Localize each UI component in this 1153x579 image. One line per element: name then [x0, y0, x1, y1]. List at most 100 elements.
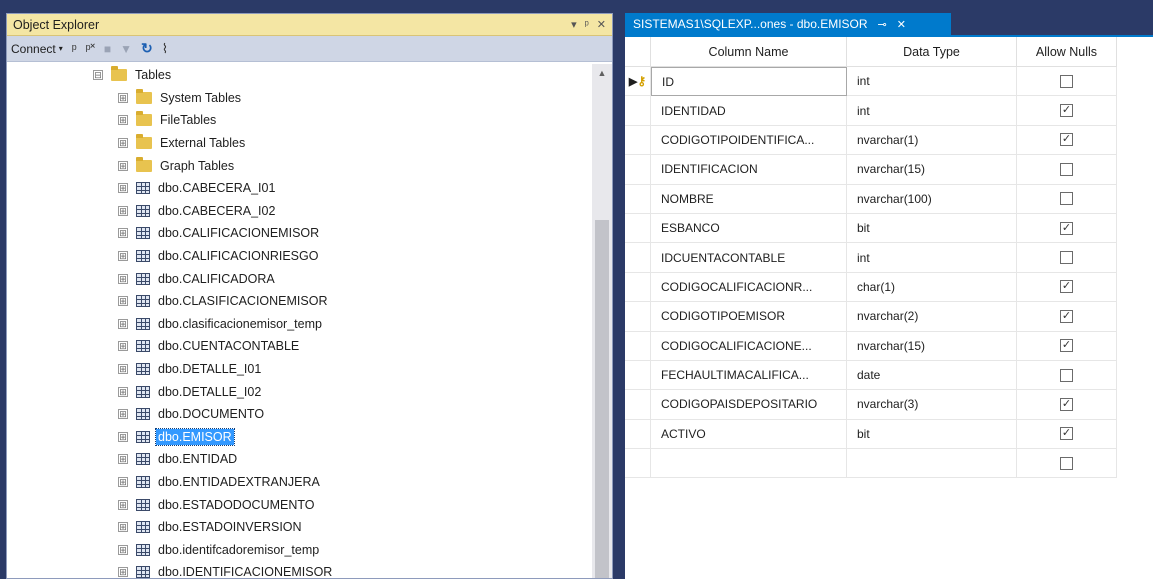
data-type-cell[interactable]: bit: [847, 213, 1017, 244]
connect-plug-icon[interactable]: ᵖ: [72, 41, 77, 56]
tree-node-table[interactable]: ⊞ dbo.ESTADODOCUMENTO: [7, 493, 592, 516]
stop-icon[interactable]: ■: [104, 42, 111, 56]
column-name-cell[interactable]: CODIGOTIPOIDENTIFICA...: [651, 125, 847, 156]
tree-vertical-scrollbar[interactable]: ▲: [592, 64, 612, 578]
tree-node-table[interactable]: ⊞ dbo.DOCUMENTO: [7, 403, 592, 426]
data-type-cell[interactable]: date: [847, 360, 1017, 391]
data-type-cell[interactable]: nvarchar(15): [847, 155, 1017, 185]
column-name-cell[interactable]: CODIGOPAISDEPOSITARIO: [651, 390, 847, 420]
expand-icon[interactable]: ⊞: [118, 431, 128, 442]
tree-node-table[interactable]: ⊞ dbo.CALIFICADORA: [7, 267, 592, 290]
column-name-cell[interactable]: [651, 449, 847, 479]
close-icon[interactable]: ✕: [597, 18, 606, 31]
data-type-cell[interactable]: nvarchar(1): [847, 125, 1017, 156]
grid-row[interactable]: CODIGOTIPOIDENTIFICA... nvarchar(1) ✓: [625, 125, 1117, 156]
expand-icon[interactable]: ⊞: [118, 409, 128, 420]
allow-nulls-checkbox[interactable]: [1060, 456, 1073, 470]
collapse-icon[interactable]: ⊟: [93, 70, 103, 81]
refresh-icon[interactable]: ↻: [141, 40, 153, 57]
row-header[interactable]: [625, 184, 651, 214]
column-name-cell[interactable]: ID: [651, 67, 847, 97]
grid-row[interactable]: IDENTIDAD int ✓: [625, 96, 1117, 126]
grid-row[interactable]: IDCUENTACONTABLE int: [625, 243, 1117, 273]
data-type-cell[interactable]: int: [847, 243, 1017, 273]
grid-row[interactable]: NOMBRE nvarchar(100): [625, 184, 1117, 214]
expand-icon[interactable]: ⊞: [118, 115, 128, 126]
row-header[interactable]: [625, 272, 651, 303]
expand-icon[interactable]: ⊞: [118, 567, 128, 578]
row-header[interactable]: ▶ ⚷: [625, 67, 651, 97]
tree-node-tables[interactable]: ⊟ Tables: [7, 64, 592, 87]
row-header[interactable]: [625, 243, 651, 273]
tree-node-table[interactable]: ⊞ dbo.identifcadoremisor_temp: [7, 538, 592, 561]
grid-row[interactable]: [625, 449, 1117, 479]
panel-dropdown-icon[interactable]: ▾: [571, 18, 577, 31]
tree-node-table[interactable]: ⊞ dbo.ENTIDADEXTRANJERA: [7, 471, 592, 494]
tree-node-table[interactable]: ⊞ dbo.IDENTIFICACIONEMISOR: [7, 561, 592, 578]
expand-icon[interactable]: ⊞: [118, 228, 128, 239]
column-name-cell[interactable]: CODIGOCALIFICACIONR...: [651, 272, 847, 303]
tree-node-table[interactable]: ⊞ dbo.CALIFICACIONEMISOR: [7, 222, 592, 245]
allow-nulls-checkbox[interactable]: ✓: [1060, 221, 1073, 235]
allow-nulls-checkbox[interactable]: [1060, 368, 1073, 382]
allow-nulls-checkbox[interactable]: [1060, 251, 1073, 265]
grid-row[interactable]: FECHAULTIMACALIFICA... date: [625, 360, 1117, 391]
column-name-cell[interactable]: NOMBRE: [651, 184, 847, 214]
column-name-cell[interactable]: IDENTIDAD: [651, 96, 847, 126]
grid-row[interactable]: CODIGOPAISDEPOSITARIO nvarchar(3) ✓: [625, 390, 1117, 420]
row-header[interactable]: [625, 125, 651, 156]
expand-icon[interactable]: ⊞: [118, 341, 128, 352]
expand-icon[interactable]: ⊞: [118, 138, 128, 149]
tree-node-table[interactable]: ⊞ dbo.EMISOR: [7, 426, 592, 449]
tree-node-table[interactable]: ⊞ dbo.CALIFICACIONRIESGO: [7, 245, 592, 268]
column-name-cell[interactable]: IDCUENTACONTABLE: [651, 243, 847, 273]
tree-node-folder[interactable]: ⊞ External Tables: [7, 132, 592, 155]
data-type-cell[interactable]: nvarchar(2): [847, 302, 1017, 332]
data-type-cell[interactable]: nvarchar(15): [847, 331, 1017, 361]
expand-icon[interactable]: ⊞: [118, 251, 128, 262]
grid-row[interactable]: CODIGOCALIFICACIONR... char(1) ✓: [625, 272, 1117, 303]
expand-icon[interactable]: ⊞: [118, 454, 128, 465]
allow-nulls-checkbox[interactable]: ✓: [1060, 280, 1073, 294]
row-header[interactable]: [625, 449, 651, 479]
tree-node-table[interactable]: ⊞ dbo.CUENTACONTABLE: [7, 335, 592, 358]
column-name-cell[interactable]: IDENTIFICACION: [651, 155, 847, 185]
grid-row[interactable]: IDENTIFICACION nvarchar(15): [625, 155, 1117, 185]
allow-nulls-checkbox[interactable]: [1060, 74, 1073, 88]
scrollbar-thumb[interactable]: [595, 220, 609, 578]
row-header[interactable]: [625, 96, 651, 126]
row-header[interactable]: [625, 213, 651, 244]
activity-monitor-icon[interactable]: ⌇: [162, 41, 168, 57]
connect-button[interactable]: Connect ▾: [11, 42, 63, 56]
tree-node-table[interactable]: ⊞ dbo.ESTADOINVERSION: [7, 516, 592, 539]
data-type-cell[interactable]: int: [847, 96, 1017, 126]
data-type-cell[interactable]: char(1): [847, 272, 1017, 303]
expand-icon[interactable]: ⊞: [118, 318, 128, 329]
column-name-cell[interactable]: FECHAULTIMACALIFICA...: [651, 360, 847, 391]
tree-node-table[interactable]: ⊞ dbo.DETALLE_I01: [7, 358, 592, 381]
column-name-cell[interactable]: CODIGOCALIFICACIONE...: [651, 331, 847, 361]
column-name-cell[interactable]: ESBANCO: [651, 213, 847, 244]
allow-nulls-checkbox[interactable]: ✓: [1060, 104, 1073, 118]
expand-icon[interactable]: ⊞: [118, 296, 128, 307]
data-type-cell[interactable]: [847, 449, 1017, 479]
row-header[interactable]: [625, 331, 651, 361]
tree-node-folder[interactable]: ⊞ System Tables: [7, 87, 592, 110]
expand-icon[interactable]: ⊞: [118, 160, 128, 171]
expand-icon[interactable]: ⊞: [118, 273, 128, 284]
data-type-cell[interactable]: nvarchar(100): [847, 184, 1017, 214]
expand-icon[interactable]: ⊞: [118, 92, 128, 103]
allow-nulls-checkbox[interactable]: ✓: [1060, 309, 1073, 323]
column-name-cell[interactable]: CODIGOTIPOEMISOR: [651, 302, 847, 332]
allow-nulls-checkbox[interactable]: ✓: [1060, 133, 1073, 147]
scroll-up-icon[interactable]: ▲: [592, 68, 612, 78]
tree-node-table[interactable]: ⊞ dbo.ENTIDAD: [7, 448, 592, 471]
row-header[interactable]: [625, 390, 651, 420]
expand-icon[interactable]: ⊞: [118, 364, 128, 375]
grid-row[interactable]: ACTIVO bit ✓: [625, 419, 1117, 450]
document-tab-emisor[interactable]: SISTEMAS1\SQLEXP...ones - dbo.EMISOR ⊸ ✕: [625, 13, 951, 35]
row-header[interactable]: [625, 360, 651, 391]
grid-row[interactable]: ▶ ⚷ ID int: [625, 67, 1117, 97]
allow-nulls-checkbox[interactable]: ✓: [1060, 427, 1073, 441]
tree-node-folder[interactable]: ⊞ Graph Tables: [7, 154, 592, 177]
